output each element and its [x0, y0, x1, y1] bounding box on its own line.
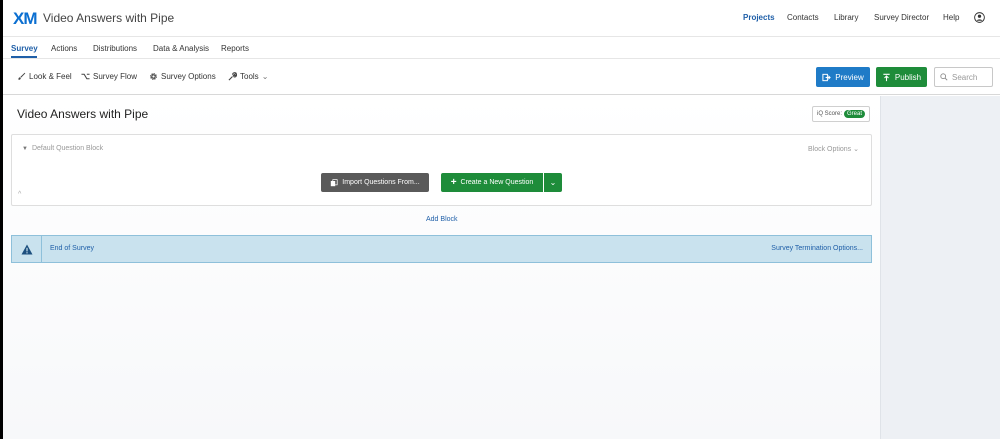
tab-distributions[interactable]: Distributions [93, 44, 137, 53]
wrench-icon [228, 72, 237, 81]
copy-icon [331, 178, 338, 186]
create-question-label: Create a New Question [460, 179, 534, 186]
end-of-survey-element[interactable]: End of Survey Survey Termination Options… [11, 235, 872, 263]
tab-data-analysis[interactable]: Data & Analysis [153, 44, 209, 53]
survey-options-button[interactable]: Survey Options [149, 72, 216, 81]
nav-library[interactable]: Library [834, 13, 858, 22]
warning-icon [21, 244, 32, 254]
block-options-label: Block Options [807, 146, 852, 153]
add-block-link[interactable]: Add Block [426, 216, 458, 223]
collapse-triangle-icon: ▼ [22, 145, 28, 152]
look-feel-label: Look & Feel [29, 72, 72, 81]
search-input[interactable] [952, 72, 992, 82]
user-account-icon[interactable] [974, 12, 985, 23]
xm-logo[interactable]: XM [13, 9, 37, 29]
tools-menu[interactable]: Tools ⌄ [228, 72, 268, 81]
iq-score-badge: Great [844, 110, 866, 118]
tab-bar: Survey Actions Distributions Data & Anal… [3, 37, 1000, 59]
nav-projects[interactable]: Projects [743, 13, 775, 22]
project-title[interactable]: Video Answers with Pipe [43, 11, 174, 25]
end-survey-icon-box [12, 236, 42, 262]
right-side-panel [880, 96, 1000, 439]
tab-reports[interactable]: Reports [221, 44, 249, 53]
chevron-down-icon: ⌄ [549, 178, 557, 187]
top-header: XM Video Answers with Pipe ⌄ Projects Co… [3, 0, 1000, 37]
end-of-survey-label: End of Survey [50, 245, 94, 252]
paintbrush-icon [18, 72, 26, 80]
survey-title[interactable]: Video Answers with Pipe [17, 107, 148, 121]
iq-score-widget[interactable]: iQ Score: Great [812, 106, 870, 122]
survey-options-label: Survey Options [161, 72, 216, 81]
import-questions-button[interactable]: Import Questions From... [321, 173, 429, 192]
search-field[interactable] [934, 67, 993, 87]
preview-button[interactable]: Preview [816, 67, 870, 87]
nav-survey-director[interactable]: Survey Director [874, 13, 929, 22]
preview-icon [822, 73, 832, 81]
block-options-menu[interactable]: Block Options ⌄ [808, 145, 859, 153]
import-questions-label: Import Questions From... [342, 179, 420, 186]
block-header[interactable]: ▼ Default Question Block [22, 145, 103, 152]
question-block: ▼ Default Question Block Block Options ⌄… [11, 134, 872, 206]
collapse-caret-icon[interactable]: ^ [18, 191, 21, 198]
chevron-down-icon: ⌄ [261, 72, 269, 81]
plus-icon: + [450, 176, 457, 188]
survey-toolbar: Look & Feel Survey Flow Survey Options T… [3, 60, 1000, 95]
flow-icon [81, 73, 90, 80]
survey-editor: Video Answers with Pipe iQ Score: Great … [3, 96, 880, 439]
look-feel-button[interactable]: Look & Feel [17, 72, 72, 81]
chevron-down-icon: ⌄ [853, 146, 859, 153]
iq-score-label: iQ Score: [817, 111, 843, 117]
block-name: Default Question Block [31, 145, 104, 152]
search-icon [940, 73, 948, 81]
tab-actions[interactable]: Actions [51, 44, 77, 53]
nav-contacts[interactable]: Contacts [787, 13, 819, 22]
gear-icon [150, 73, 157, 80]
publish-button[interactable]: Publish [876, 67, 927, 87]
chevron-down-icon[interactable]: ⌄ [167, 12, 175, 23]
tab-survey[interactable]: Survey [11, 44, 38, 53]
tools-label: Tools [240, 72, 259, 81]
publish-icon [883, 73, 890, 81]
create-question-dropdown[interactable]: ⌄ [544, 173, 562, 192]
survey-flow-button[interactable]: Survey Flow [81, 72, 137, 81]
active-tab-indicator [11, 56, 37, 58]
survey-flow-label: Survey Flow [93, 72, 138, 81]
preview-label: Preview [835, 72, 864, 82]
publish-label: Publish [894, 72, 922, 82]
nav-help[interactable]: Help [943, 13, 959, 22]
create-question-button[interactable]: + Create a New Question [441, 173, 543, 192]
survey-termination-options-link[interactable]: Survey Termination Options... [771, 245, 863, 252]
